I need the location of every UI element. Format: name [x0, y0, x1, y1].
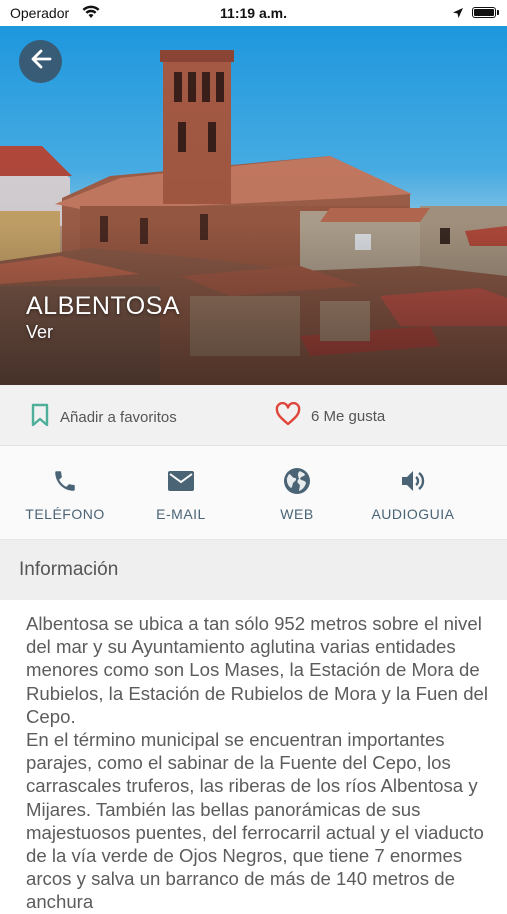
- like-button[interactable]: 6 Me gusta: [275, 401, 386, 430]
- web-button[interactable]: WEB: [242, 466, 352, 522]
- phone-label: TELÉFONO: [25, 506, 105, 522]
- email-label: E-MAIL: [156, 506, 206, 522]
- mail-icon: [126, 466, 236, 496]
- audioguide-button[interactable]: AUDIOGUIA: [358, 466, 468, 522]
- likes-count: 6 Me gusta: [311, 407, 386, 425]
- arrow-left-icon: [30, 48, 52, 75]
- info-section-header: Información: [0, 540, 507, 600]
- status-bar: Operador 11:19 a.m.: [0, 0, 507, 26]
- clock: 11:19 a.m.: [220, 5, 287, 21]
- speaker-icon: [358, 466, 468, 496]
- place-title: ALBENTOSA: [26, 292, 181, 320]
- phone-button[interactable]: TELÉFONO: [10, 466, 120, 522]
- audioguide-label: AUDIOGUIA: [371, 506, 455, 522]
- heart-icon: [275, 401, 301, 430]
- email-button[interactable]: E-MAIL: [126, 466, 236, 522]
- phone-icon: [10, 466, 120, 496]
- bookmark-icon: [30, 403, 50, 431]
- description-text: Albentosa se ubica a tan sólo 952 metros…: [26, 613, 489, 913]
- add-favorite-button[interactable]: Añadir a favoritos: [30, 403, 177, 431]
- view-link[interactable]: Ver: [26, 322, 53, 343]
- favorite-label: Añadir a favoritos: [60, 408, 177, 426]
- web-label: WEB: [280, 506, 314, 522]
- back-button[interactable]: [19, 40, 62, 83]
- contact-options: TELÉFONO E-MAIL WEB AUDIOGUIA: [0, 446, 507, 540]
- hero-image: ALBENTOSA Ver: [0, 26, 507, 385]
- battery-tip: [497, 10, 499, 15]
- globe-icon: [242, 466, 352, 496]
- battery-icon: [472, 7, 496, 18]
- action-bar: Añadir a favoritos 6 Me gusta: [0, 385, 507, 446]
- section-title: Información: [19, 559, 119, 580]
- location-arrow-icon: [452, 6, 464, 22]
- town-illustration: [0, 26, 507, 385]
